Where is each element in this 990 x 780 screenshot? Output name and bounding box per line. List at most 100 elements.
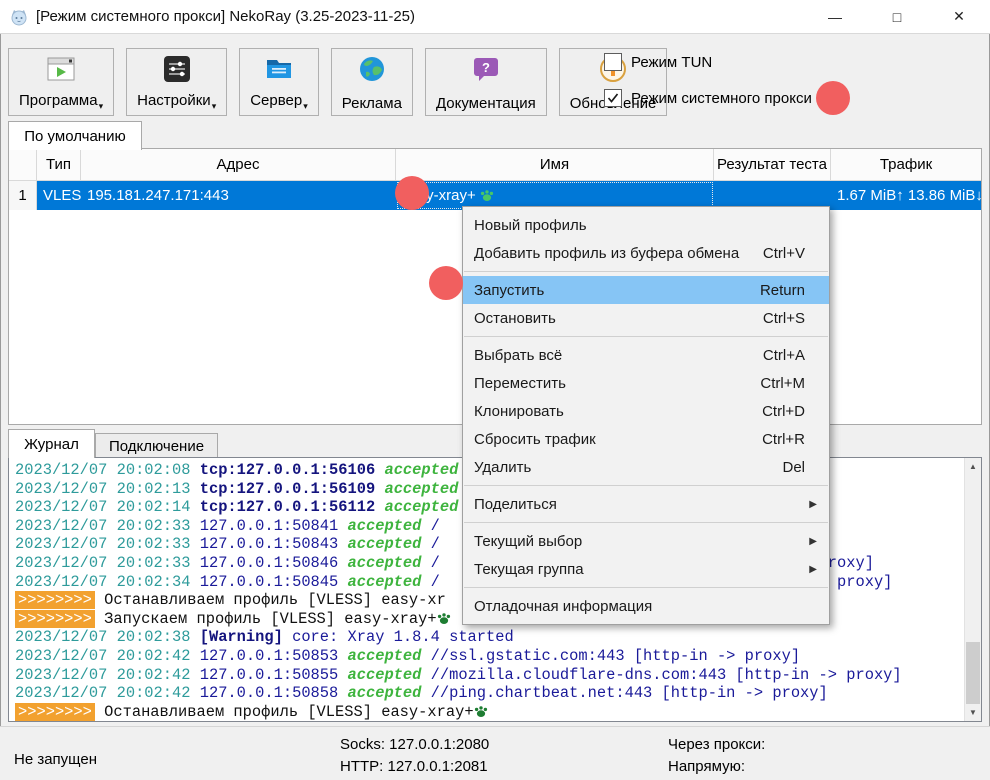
header-rownum[interactable]: [9, 149, 37, 180]
server-folder-icon: [264, 54, 294, 84]
ads-button-label: Реклама: [342, 95, 402, 112]
window-title: [Режим системного прокси] NekoRay (3.25-…: [36, 8, 415, 25]
scrollbar-down-icon[interactable]: ▼: [965, 704, 981, 721]
menu-separator: [464, 336, 828, 337]
ads-button[interactable]: Реклама: [331, 48, 413, 116]
menu-item-shortcut: Return: [760, 282, 805, 299]
checkbox-unchecked-icon: [604, 53, 622, 71]
status-via-proxy: Через прокси:: [668, 734, 765, 756]
menu-item-shortcut: Ctrl+S: [763, 310, 805, 327]
status-traffic-labels: Через прокси: Напрямую:: [668, 734, 765, 778]
header-test-result[interactable]: Результат теста: [714, 149, 831, 180]
cell-address: 195.181.247.171:443: [81, 181, 396, 210]
header-address[interactable]: Адрес: [81, 149, 396, 180]
log-line: 2023/12/07 20:02:42 127.0.0.1:50853 acce…: [15, 647, 964, 666]
menu-item-new-profile[interactable]: Новый профиль: [463, 211, 829, 239]
menu-item-move[interactable]: ПереместитьCtrl+M: [463, 369, 829, 397]
maximize-button[interactable]: □: [866, 0, 928, 33]
click-marker: [395, 176, 429, 210]
menu-item-stop[interactable]: ОстановитьCtrl+S: [463, 304, 829, 332]
status-http: HTTP: 127.0.0.1:2081: [340, 756, 489, 778]
menu-item-reset-traffic[interactable]: Сбросить трафикCtrl+R: [463, 425, 829, 453]
toolbar: Программа▾ Настройки▾: [8, 48, 667, 116]
documentation-button-label: Документация: [436, 95, 536, 112]
menu-item-current-select[interactable]: Текущий выбор▶: [463, 527, 829, 555]
menu-item-shortcut: Del: [782, 459, 805, 476]
paw-icon: [474, 703, 488, 721]
menu-item-label: Добавить профиль из буфера обмена: [474, 245, 763, 262]
tun-mode-checkbox[interactable]: Режим TUN: [604, 53, 812, 71]
cell-traffic: 1.67 MiB↑ 13.86 MiB↓: [831, 181, 981, 210]
menu-item-label: Поделиться: [474, 496, 829, 513]
menu-item-current-group[interactable]: Текущая группа▶: [463, 555, 829, 583]
status-direct: Напрямую:: [668, 756, 765, 778]
globe-icon: [358, 54, 386, 84]
menu-item-label: Отладочная информация: [474, 598, 829, 615]
window-controls: — □ ✕: [804, 0, 990, 33]
close-button[interactable]: ✕: [928, 0, 990, 33]
header-type[interactable]: Тип: [37, 149, 81, 180]
header-name[interactable]: Имя: [396, 149, 714, 180]
row-number: 1: [9, 181, 37, 210]
paw-icon: [480, 189, 494, 202]
menu-separator: [464, 587, 828, 588]
checkbox-checked-icon: [604, 89, 622, 107]
scrollbar-up-icon[interactable]: ▲: [965, 458, 981, 475]
menu-item-label: Переместить: [474, 375, 760, 392]
menu-item-label: Клонировать: [474, 403, 762, 420]
dropdown-caret-icon: ▾: [303, 101, 308, 111]
status-listen-ports: Socks: 127.0.0.1:2080 HTTP: 127.0.0.1:20…: [340, 734, 489, 778]
settings-button[interactable]: Настройки▾: [126, 48, 227, 116]
log-scrollbar[interactable]: ▲ ▼: [964, 458, 981, 721]
menu-separator: [464, 485, 828, 486]
dropdown-caret-icon: ▾: [212, 101, 217, 111]
menu-item-shortcut: Ctrl+M: [760, 375, 805, 392]
tab-connection[interactable]: Подключение: [95, 433, 218, 458]
menu-item-debug-info[interactable]: Отладочная информация: [463, 592, 829, 620]
menu-separator: [464, 522, 828, 523]
documentation-button[interactable]: ? Документация: [425, 48, 547, 116]
menu-item-delete[interactable]: УдалитьDel: [463, 453, 829, 481]
menu-item-label: Остановить: [474, 310, 763, 327]
menu-item-shortcut: Ctrl+R: [762, 431, 805, 448]
server-button[interactable]: Сервер▾: [239, 48, 319, 116]
click-marker: [816, 81, 850, 115]
submenu-arrow-icon: ▶: [809, 536, 817, 547]
context-menu: Новый профиль Добавить профиль из буфера …: [462, 206, 830, 625]
status-bar: Не запущен Socks: 127.0.0.1:2080 HTTP: 1…: [0, 726, 990, 780]
settings-sliders-icon: [163, 54, 191, 84]
title-bar: [Режим системного прокси] NekoRay (3.25-…: [0, 0, 990, 34]
program-button[interactable]: Программа▾: [8, 48, 114, 116]
app-icon: [10, 8, 28, 26]
log-line: 2023/12/07 20:02:42 127.0.0.1:50858 acce…: [15, 684, 964, 703]
menu-item-add-profile-from-clipboard[interactable]: Добавить профиль из буфера обменаCtrl+V: [463, 239, 829, 267]
status-state: Не запущен: [14, 751, 97, 768]
dropdown-caret-icon: ▾: [99, 101, 104, 111]
system-proxy-mode-checkbox[interactable]: Режим системного прокси: [604, 89, 812, 107]
submenu-arrow-icon: ▶: [809, 564, 817, 575]
cell-type: VLESS: [37, 181, 81, 210]
menu-item-clone[interactable]: КлонироватьCtrl+D: [463, 397, 829, 425]
minimize-button[interactable]: —: [804, 0, 866, 33]
header-traffic[interactable]: Трафик: [831, 149, 981, 180]
program-window-icon: [46, 54, 76, 84]
menu-item-select-all[interactable]: Выбрать всёCtrl+A: [463, 341, 829, 369]
click-marker: [429, 266, 463, 300]
menu-item-label: Запустить: [474, 282, 760, 299]
settings-button-label: Настройки▾: [137, 92, 216, 112]
group-tab-default[interactable]: По умолчанию: [8, 121, 142, 150]
menu-item-label: Текущая группа: [474, 561, 829, 578]
scrollbar-thumb[interactable]: [966, 642, 980, 704]
menu-item-label: Сбросить трафик: [474, 431, 762, 448]
nekoray-window: [Режим системного прокси] NekoRay (3.25-…: [0, 0, 990, 780]
submenu-arrow-icon: ▶: [809, 499, 817, 510]
question-bubble-icon: ?: [472, 54, 500, 84]
menu-item-label: Новый профиль: [474, 217, 829, 234]
server-button-label: Сервер▾: [250, 92, 308, 112]
menu-item-run[interactable]: ЗапуститьReturn: [463, 276, 829, 304]
menu-item-shortcut: Ctrl+A: [763, 347, 805, 364]
menu-item-label: Текущий выбор: [474, 533, 829, 550]
tab-journal[interactable]: Журнал: [8, 429, 95, 458]
menu-item-share[interactable]: Поделиться▶: [463, 490, 829, 518]
menu-separator: [464, 271, 828, 272]
